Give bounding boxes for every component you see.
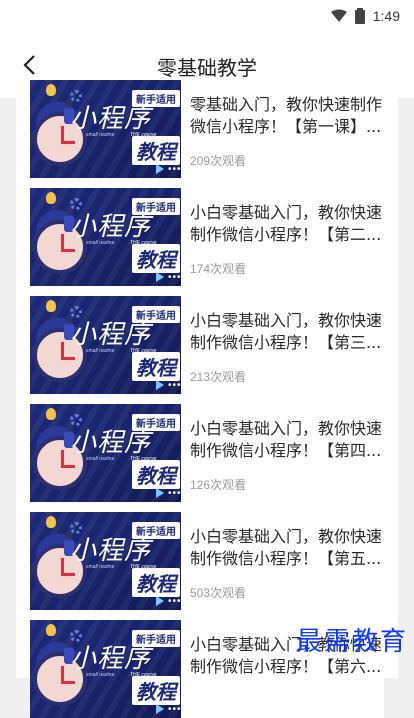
thumbnail-heading: 小程序 [70,320,152,350]
play-icon [156,488,164,498]
course-title: 小白零基础入门，教你快速制作微信小程序！【第四... [190,419,382,460]
thumbnail-subtitle: small routine [86,132,115,138]
battery-icon [354,8,365,24]
thumbnail-course-label: 教程 [132,676,180,705]
course-card[interactable]: 新手适用 小程序 small routine THE course 教程 •••… [30,296,384,394]
thumbnail-heading: 小程序 [70,104,152,134]
view-count: 126次观看 [190,478,247,492]
more-dots-icon: ••• [168,272,181,283]
more-dots-icon: ••• [168,488,181,499]
thumbnail-course-label: 教程 [132,136,180,165]
course-card[interactable]: 新手适用 小程序 small routine THE course 教程 •••… [30,80,384,178]
course-card[interactable]: 新手适用 小程序 small routine THE course 教程 •••… [30,512,384,610]
thumbnail-subtitle: small routine [86,348,115,354]
status-time: 1:49 [372,8,400,24]
thumbnail-subtitle: small routine [86,564,115,570]
view-count: 213次观看 [190,370,247,384]
course-title: 零基础入门，教你快速制作微信小程序！【第一课】... [190,95,382,136]
course-card[interactable]: 新手适用 小程序 small routine THE course 教程 •••… [30,404,384,502]
thumbnail-course-label: 教程 [132,352,180,381]
thumbnail-subtitle: small routine [86,456,115,462]
course-title: 小白零基础入门，教你快速制作微信小程序！【第三... [190,311,382,352]
course-thumbnail: 新手适用 小程序 small routine THE course 教程 ••• [30,620,181,718]
view-count: 503次观看 [190,586,247,600]
thumbnail-course-label: 教程 [132,244,180,273]
thumbnail-subtitle: small routine [86,672,115,678]
course-thumbnail: 新手适用 小程序 small routine THE course 教程 ••• [30,404,181,502]
play-icon [156,164,164,174]
course-title: 小白零基础入门，教你快速制作微信小程序！【第五... [190,527,382,568]
more-dots-icon: ••• [168,164,181,175]
course-title: 小白零基础入门，教你快速制作微信小程序！【第二... [190,203,382,244]
course-thumbnail: 新手适用 小程序 small routine THE course 教程 ••• [30,188,181,286]
wifi-icon [330,9,347,23]
lightbulb-icon [46,408,56,420]
lightbulb-icon [46,624,56,636]
play-icon [156,380,164,390]
lightbulb-icon [46,84,56,96]
status-bar: 1:49 [0,0,414,36]
thumbnail-course-label: 教程 [132,460,180,489]
more-dots-icon: ••• [168,380,181,391]
view-count: 174次观看 [190,262,247,276]
more-dots-icon: ••• [168,596,181,607]
course-thumbnail: 新手适用 小程序 small routine THE course 教程 ••• [30,512,181,610]
more-dots-icon: ••• [168,704,181,715]
view-count: 209次观看 [190,154,247,168]
play-icon [156,704,164,714]
watermark: 最需教育 [295,627,408,657]
thumbnail-heading: 小程序 [70,644,152,674]
course-card[interactable]: 新手适用 小程序 small routine THE course 教程 •••… [30,188,384,286]
course-thumbnail: 新手适用 小程序 small routine THE course 教程 ••• [30,296,181,394]
page-title: 零基础教学 [157,56,257,80]
thumbnail-heading: 小程序 [70,428,152,458]
thumbnail-subtitle: small routine [86,240,115,246]
lightbulb-icon [46,300,56,312]
lightbulb-icon [46,192,56,204]
thumbnail-heading: 小程序 [70,212,152,242]
thumbnail-heading: 小程序 [70,536,152,566]
course-thumbnail: 新手适用 小程序 small routine THE course 教程 ••• [30,80,181,178]
play-icon [156,596,164,606]
thumbnail-course-label: 教程 [132,568,180,597]
play-icon [156,272,164,282]
lightbulb-icon [46,516,56,528]
